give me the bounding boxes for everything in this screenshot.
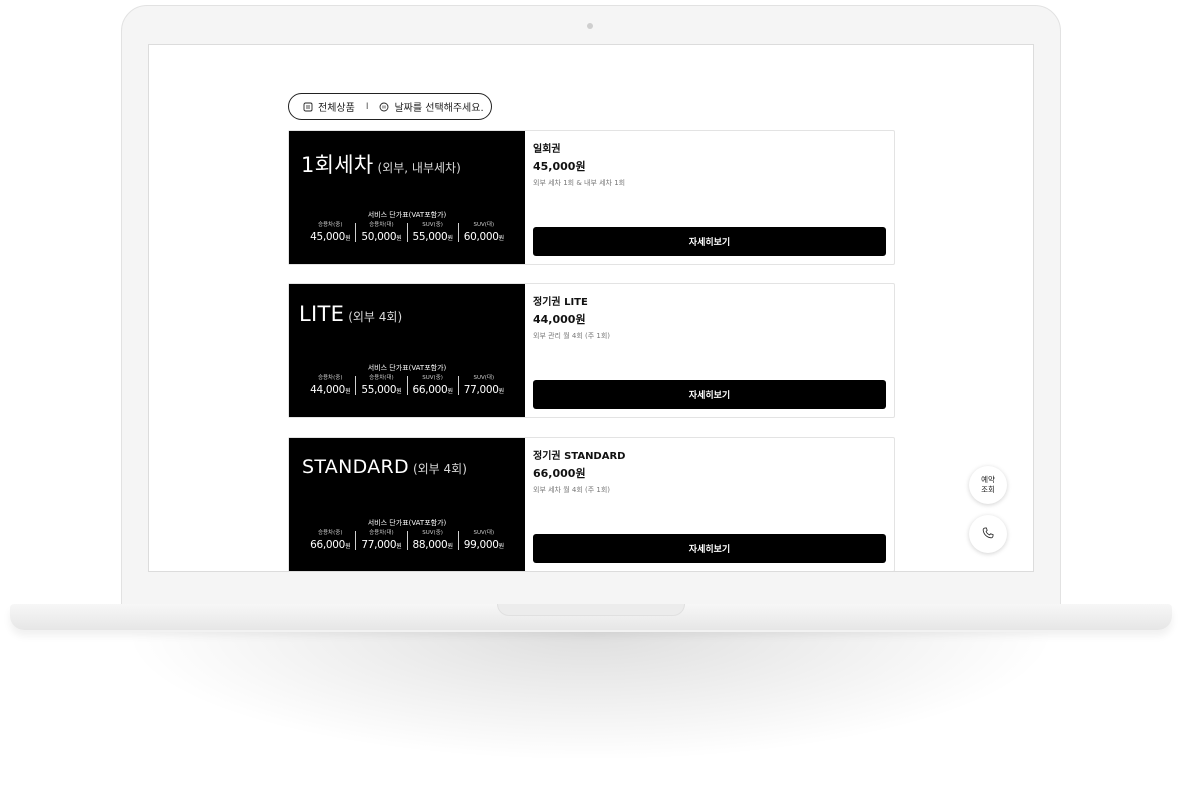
product-price: 45,000원	[533, 160, 586, 173]
filter-bar: 전체상품 I 날짜를 선택해주세요.	[288, 93, 492, 120]
reservation-line1: 예약	[981, 475, 995, 485]
price-col: SUV(중) 55,000원	[406, 222, 458, 243]
price-value: 55,000	[412, 230, 448, 243]
call-button[interactable]	[969, 515, 1007, 553]
product-card: STANDARD (외부 4회) 서비스 단가표(VAT포함가) 승용차(중) 66…	[288, 437, 895, 571]
product-card: LITE (외부 4회) 서비스 단가표(VAT포함가) 승용차(중) 44,000…	[288, 283, 895, 418]
all-products-filter[interactable]: 전체상품	[318, 99, 355, 114]
won-unit: 원	[396, 542, 402, 550]
list-icon[interactable]	[303, 102, 313, 112]
product-price: 44,000원	[533, 313, 586, 326]
won-unit: 원	[498, 542, 505, 550]
price-table-title: 서비스 단가표(VAT포함가)	[367, 519, 447, 527]
card-title: 1회세차 (외부, 내부세차)	[301, 149, 461, 179]
price-value: 66,000	[310, 538, 346, 551]
price-table-title: 서비스 단가표(VAT포함가)	[367, 211, 447, 219]
card-title-main: LITE	[299, 302, 345, 326]
product-card: 1회세차 (외부, 내부세차) 서비스 단가표(VAT포함가) 승용차(중) 45,…	[288, 130, 895, 265]
reservation-line2: 조회	[981, 485, 995, 494]
date-select[interactable]: 날짜를 선택해주세요.	[394, 99, 483, 114]
price-col: SUV(중) 88,000원	[406, 530, 458, 551]
price-col-label: 승용차(대)	[369, 375, 394, 381]
view-details-button[interactable]: 자세히보기	[533, 380, 886, 409]
phone-icon	[981, 526, 995, 543]
won-unit: 원	[498, 234, 505, 242]
reservation-lookup-button[interactable]: 예약 조회	[969, 466, 1007, 504]
card-title-sub: (외부 4회)	[412, 462, 467, 476]
card-info: 일회권 45,000원 외부 세차 1회 & 내부 세차 1회 자세히보기	[525, 131, 894, 264]
laptop-shadow	[120, 632, 1060, 762]
view-details-button[interactable]: 자세히보기	[533, 534, 886, 563]
product-description: 외부 세차 월 4회 (주 1회)	[533, 486, 611, 494]
price-value: 50,000	[361, 230, 397, 243]
product-description: 외부 관리 월 4회 (주 1회)	[533, 332, 611, 340]
won-unit: 원	[345, 387, 351, 395]
price-col: SUV(대) 99,000원	[457, 530, 509, 551]
price-value: 77,000	[361, 538, 397, 551]
card-image-panel: LITE (외부 4회) 서비스 단가표(VAT포함가) 승용차(중) 44,000…	[289, 284, 525, 417]
price-col: 승용차(중) 45,000원	[305, 222, 355, 243]
won-unit: 원	[396, 387, 402, 395]
card-image-panel: 1회세차 (외부, 내부세차) 서비스 단가표(VAT포함가) 승용차(중) 45,…	[289, 131, 525, 264]
price-col: SUV(대) 60,000원	[457, 222, 509, 243]
card-image-panel: STANDARD (외부 4회) 서비스 단가표(VAT포함가) 승용차(중) 66…	[289, 438, 525, 571]
price-value: 88,000	[412, 538, 448, 551]
product-name: 일회권	[533, 144, 561, 155]
product-name: 정기권 LITE	[533, 297, 588, 308]
price-col: 승용차(대) 55,000원	[355, 375, 406, 396]
price-value: 60,000	[463, 230, 499, 243]
laptop-screen: 전체상품 I 날짜를 선택해주세요. 1회세차 (외부, 내부세차) 서비스 단가…	[148, 44, 1034, 572]
price-value: 45,000	[310, 230, 346, 243]
won-unit: 원	[447, 234, 453, 242]
laptop-notch	[497, 604, 685, 616]
card-title-main: STANDARD	[302, 456, 409, 478]
price-col-label: SUV(대)	[473, 375, 495, 381]
price-col-label: 승용차(대)	[369, 530, 394, 536]
product-name: 정기권 STANDARD	[533, 451, 626, 462]
price-value: 66,000	[412, 383, 448, 396]
product-price: 66,000원	[533, 467, 586, 480]
view-details-button[interactable]: 자세히보기	[533, 227, 886, 256]
price-col: 승용차(대) 50,000원	[355, 222, 406, 243]
card-title: LITE (외부 4회)	[299, 302, 402, 326]
card-title-main: 1회세차	[301, 153, 374, 177]
laptop-camera	[587, 23, 593, 29]
won-unit: 원	[345, 542, 351, 550]
price-table: 서비스 단가표(VAT포함가) 승용차(중) 45,000원 승용차(대) 50,0…	[289, 210, 525, 242]
price-col-label: 승용차(중)	[317, 375, 343, 381]
card-title-sub: (외부, 내부세차)	[377, 161, 461, 175]
card-info: 정기권 LITE 44,000원 외부 관리 월 4회 (주 1회) 자세히보기	[525, 284, 894, 417]
price-col: 승용차(대) 77,000원	[355, 530, 406, 551]
card-title-sub: (외부 4회)	[348, 310, 403, 324]
price-value: 55,000	[361, 383, 397, 396]
price-table: 서비스 단가표(VAT포함가) 승용차(중) 44,000원 승용차(대) 55,0…	[289, 363, 525, 395]
won-unit: 원	[396, 234, 402, 242]
price-col-label: SUV(중)	[422, 222, 443, 228]
price-col: SUV(대) 77,000원	[457, 375, 509, 396]
price-col-label: SUV(중)	[422, 375, 443, 381]
card-title: STANDARD (외부 4회)	[302, 456, 467, 478]
price-col-label: 승용차(대)	[369, 222, 394, 228]
price-col-label: SUV(대)	[473, 222, 495, 228]
won-unit: 원	[498, 387, 505, 395]
price-value: 99,000	[463, 538, 499, 551]
product-description: 외부 세차 1회 & 내부 세차 1회	[533, 179, 626, 187]
price-col-label: 승용차(중)	[317, 530, 343, 536]
price-col: SUV(중) 66,000원	[406, 375, 458, 396]
won-unit: 원	[447, 387, 453, 395]
price-col-label: SUV(중)	[422, 530, 443, 536]
price-table: 서비스 단가표(VAT포함가) 승용차(중) 66,000원 승용차(대) 77,0…	[289, 518, 525, 550]
calendar-icon[interactable]	[379, 102, 389, 112]
price-table-title: 서비스 단가표(VAT포함가)	[367, 364, 447, 372]
card-info: 정기권 STANDARD 66,000원 외부 세차 월 4회 (주 1회) 자…	[525, 438, 894, 571]
filter-separator: I	[365, 101, 369, 112]
won-unit: 원	[447, 542, 453, 550]
price-value: 44,000	[310, 383, 346, 396]
won-unit: 원	[345, 234, 351, 242]
price-col-label: 승용차(중)	[317, 222, 343, 228]
price-value: 77,000	[463, 383, 499, 396]
price-col: 승용차(중) 44,000원	[305, 375, 355, 396]
price-col: 승용차(중) 66,000원	[305, 530, 355, 551]
price-col-label: SUV(대)	[473, 530, 495, 536]
